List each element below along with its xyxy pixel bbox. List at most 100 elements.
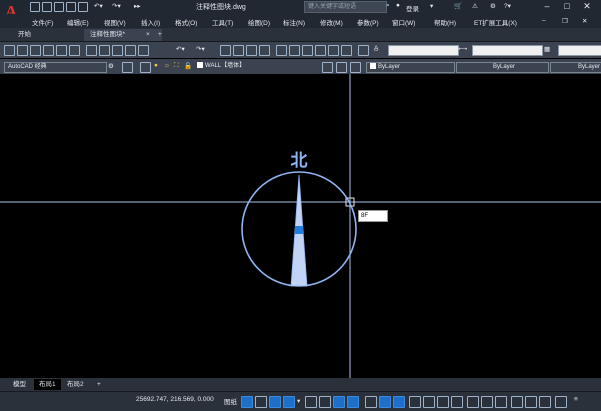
menu-tools[interactable]: 工具(T) <box>212 17 233 27</box>
zoom-previous-icon[interactable] <box>259 45 270 56</box>
help-toolbar-icon[interactable] <box>358 45 369 56</box>
osnap-3d-icon[interactable] <box>347 396 359 408</box>
signin-link[interactable]: 登录 <box>406 3 419 13</box>
doc-minimize-button[interactable]: – <box>542 17 546 24</box>
dynamic-input-field[interactable]: 8F <box>358 210 388 222</box>
tab-model[interactable]: 模型 <box>8 379 31 390</box>
close-button[interactable]: ✕ <box>580 1 594 12</box>
layer-dropdown[interactable]: WALL【墙体】 <box>194 62 317 71</box>
search-icon[interactable]: ⌕ <box>386 2 390 10</box>
menu-format[interactable]: 格式(O) <box>175 17 197 27</box>
ortho-icon[interactable] <box>269 396 281 408</box>
help-icon[interactable]: ?▾ <box>504 2 511 10</box>
menu-et-tools[interactable]: ET扩展工具(X) <box>474 17 517 27</box>
new-file-icon[interactable] <box>30 2 40 12</box>
lineweight-dropdown[interactable]: ByLayer <box>550 62 601 73</box>
menu-view[interactable]: 视图(V) <box>104 17 126 27</box>
copy-icon[interactable] <box>99 45 110 56</box>
tool-palettes-icon[interactable] <box>302 45 313 56</box>
more-icon[interactable]: ▸▸ <box>134 2 141 10</box>
redo-icon[interactable]: ↷▾ <box>112 2 121 10</box>
menu-edit[interactable]: 编辑(E) <box>67 17 89 27</box>
polar-dropdown-icon[interactable]: ▾ <box>297 397 300 405</box>
quickcalc-icon[interactable] <box>341 45 352 56</box>
sheet-set-icon[interactable] <box>315 45 326 56</box>
dropdown-icon[interactable]: ▾ <box>430 2 433 10</box>
menu-dimension[interactable]: 标注(N) <box>283 17 305 27</box>
transparency-icon[interactable] <box>379 396 391 408</box>
insertion-grip[interactable] <box>295 226 303 234</box>
design-center-icon[interactable] <box>289 45 300 56</box>
table-style-icon[interactable]: ▦ <box>544 45 550 53</box>
linetype-dropdown[interactable]: ByLayer <box>456 62 549 73</box>
annotation-scale-icon[interactable] <box>437 396 449 408</box>
share-icon[interactable]: ⚙ <box>490 2 496 10</box>
selection-cycling-icon[interactable] <box>393 396 405 408</box>
cut-icon[interactable] <box>86 45 97 56</box>
annotation-visibility-icon[interactable] <box>409 396 421 408</box>
paper-space-toggle[interactable]: 图纸 <box>224 396 237 406</box>
snap-icon[interactable] <box>255 396 267 408</box>
layer-previous-icon[interactable] <box>336 62 347 73</box>
menu-window[interactable]: 窗口(W) <box>392 17 415 27</box>
menu-help[interactable]: 帮助(H) <box>434 17 456 27</box>
open-file-icon[interactable] <box>42 2 52 12</box>
dim-style-icon[interactable]: ⟷ <box>458 45 467 53</box>
menu-insert[interactable]: 插入(I) <box>141 17 160 27</box>
layer-lock-icon[interactable]: 🔓 <box>184 62 192 70</box>
paste-icon[interactable] <box>112 45 123 56</box>
preview-icon[interactable] <box>56 45 67 56</box>
print-icon[interactable] <box>78 2 88 12</box>
isolate-objects-icon[interactable] <box>525 396 537 408</box>
quick-properties-icon[interactable] <box>495 396 507 408</box>
layer-state-icon[interactable] <box>350 62 361 73</box>
make-current-layer-icon[interactable] <box>322 62 333 73</box>
doc-restore-button[interactable]: ❐ <box>562 17 568 25</box>
undo-toolbar-icon[interactable]: ↶▾ <box>176 45 185 53</box>
user-icon[interactable]: ● <box>396 2 400 9</box>
tab-layout2[interactable]: 布局2 <box>62 379 89 390</box>
color-dropdown[interactable]: ByLayer <box>366 62 455 73</box>
publish-icon[interactable] <box>69 45 80 56</box>
isodraft-icon[interactable] <box>305 396 317 408</box>
lock-ui-icon[interactable] <box>511 396 523 408</box>
block-editor-icon[interactable] <box>138 45 149 56</box>
workspace-switch-icon[interactable] <box>451 396 463 408</box>
units-icon[interactable] <box>481 396 493 408</box>
new-tab-button[interactable]: + <box>156 29 164 41</box>
object-track-icon[interactable] <box>319 396 331 408</box>
menu-modify[interactable]: 修改(M) <box>320 17 343 27</box>
text-style-dropdown[interactable] <box>388 45 459 56</box>
menu-draw[interactable]: 绘图(D) <box>248 17 270 27</box>
object-snap-icon[interactable] <box>333 396 345 408</box>
tab-start[interactable]: 开始 <box>12 29 37 41</box>
grid-icon[interactable] <box>241 396 253 408</box>
undo-icon[interactable]: ↶▾ <box>94 2 103 10</box>
layer-on-bulb-icon[interactable]: ● <box>154 62 158 69</box>
save-toolbar-icon[interactable] <box>30 45 41 56</box>
tab-layout1[interactable]: 布局1 <box>34 379 61 390</box>
zoom-realtime-icon[interactable] <box>233 45 244 56</box>
polar-icon[interactable] <box>283 396 295 408</box>
new-icon[interactable] <box>4 45 15 56</box>
match-properties-icon[interactable] <box>125 45 136 56</box>
table-style-dropdown[interactable] <box>558 45 601 56</box>
properties-icon[interactable] <box>276 45 287 56</box>
clean-screen-icon[interactable] <box>555 396 567 408</box>
graphics-performance-icon[interactable] <box>539 396 551 408</box>
tab-close-button[interactable]: × <box>144 29 152 41</box>
drawing-canvas[interactable]: 北 8F <box>0 74 601 378</box>
markup-icon[interactable] <box>328 45 339 56</box>
zoom-window-icon[interactable] <box>246 45 257 56</box>
customization-menu-icon[interactable]: ≡ <box>574 396 578 403</box>
layer-viewport-icon[interactable]: ⛶ <box>174 62 179 70</box>
menu-file[interactable]: 文件(F) <box>32 17 53 27</box>
maximize-button[interactable]: □ <box>560 1 574 12</box>
minimize-button[interactable]: – <box>540 1 554 12</box>
doc-close-button[interactable]: ✕ <box>582 17 587 25</box>
open-icon[interactable] <box>17 45 28 56</box>
save-as-icon[interactable] <box>66 2 76 12</box>
annotation-monitor-icon[interactable] <box>467 396 479 408</box>
workspace-dropdown[interactable]: AutoCAD 经典 <box>4 62 107 73</box>
cart-icon[interactable]: 🛒 <box>454 2 462 10</box>
